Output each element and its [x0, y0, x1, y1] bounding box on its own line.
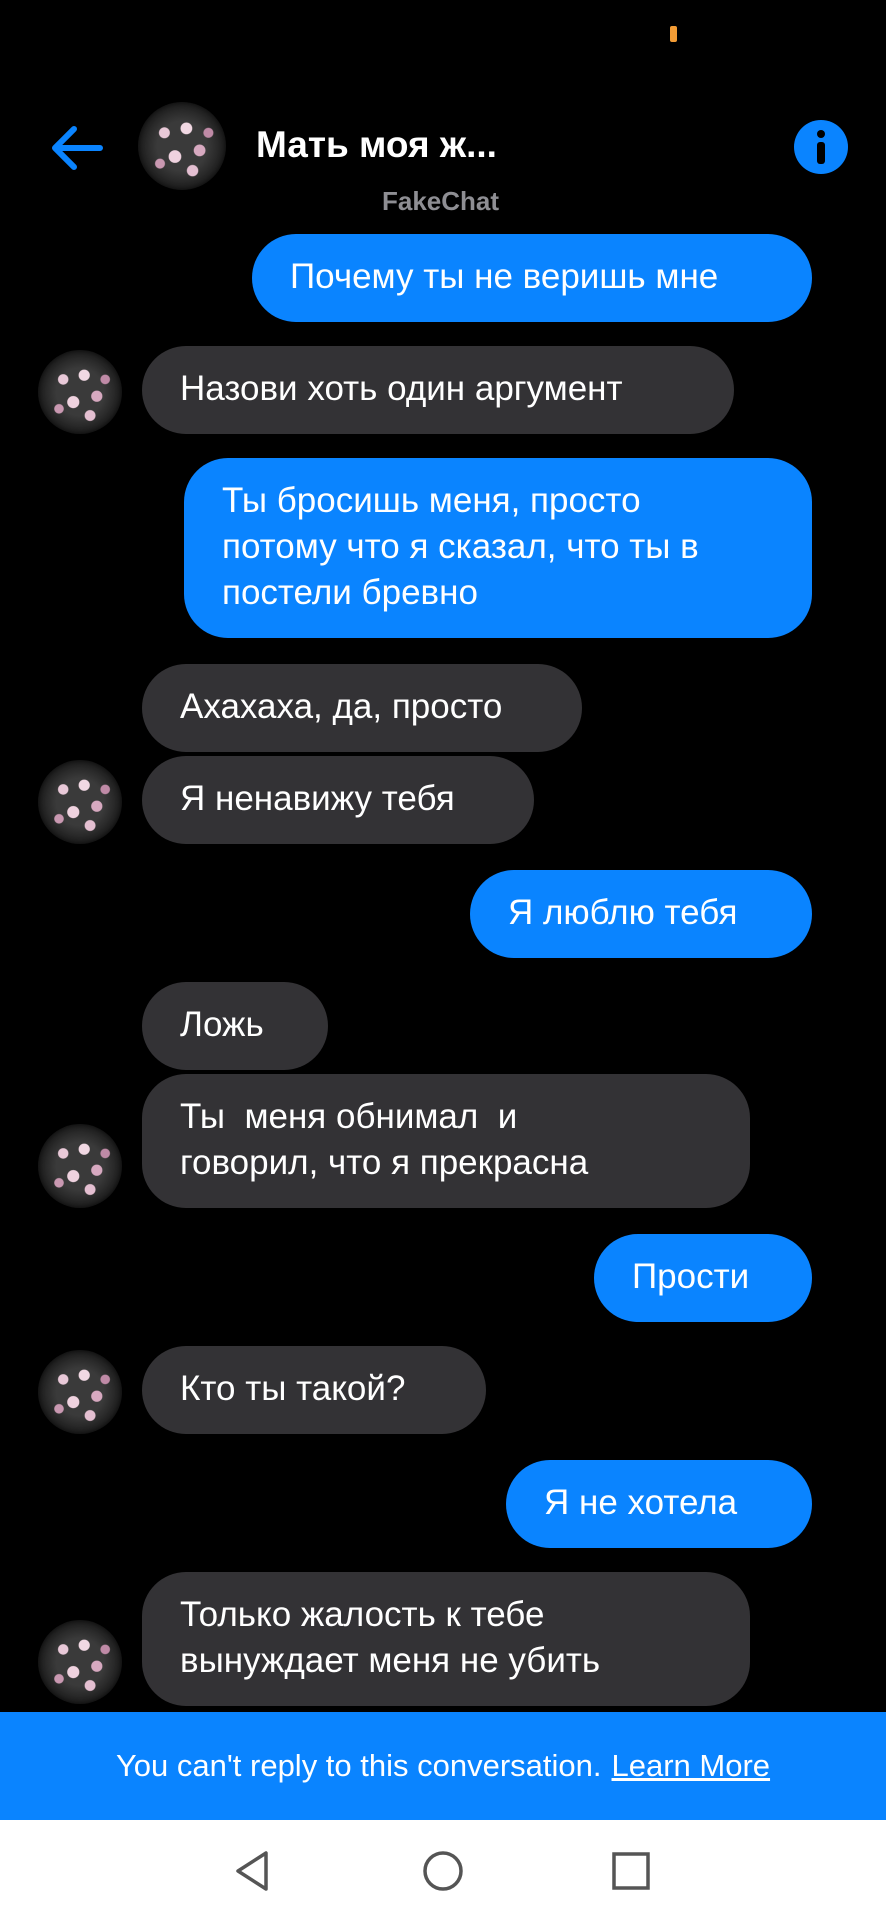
nav-home-button[interactable]	[420, 1848, 466, 1894]
contact-avatar[interactable]	[38, 1124, 122, 1208]
message-thread[interactable]: Почему ты не веришь мне Назови хоть один…	[0, 0, 886, 1710]
system-nav-bar	[0, 1820, 886, 1920]
message-incoming[interactable]: Я ненавижу тебя	[142, 756, 534, 844]
arrow-left-icon	[52, 126, 103, 170]
contact-name[interactable]: Мать моя ж...	[256, 124, 497, 166]
message-outgoing[interactable]: Почему ты не веришь мне	[252, 234, 812, 322]
contact-avatar[interactable]	[38, 1350, 122, 1434]
reply-disabled-banner: You can't reply to this conversation. Le…	[0, 1712, 886, 1820]
message-outgoing[interactable]: Ты бросишь меня, просто потому что я ска…	[184, 458, 812, 638]
contact-avatar[interactable]	[138, 102, 226, 190]
nav-recents-button[interactable]	[608, 1848, 654, 1894]
banner-text: You can't reply to this conversation.	[115, 1748, 602, 1783]
chat-screen: Почему ты не веришь мне Назови хоть один…	[0, 0, 886, 1920]
message-incoming[interactable]: Назови хоть один аргумент	[142, 346, 734, 434]
contact-avatar[interactable]	[38, 350, 122, 434]
learn-more-link[interactable]: Learn More	[612, 1748, 771, 1784]
nav-back-button[interactable]	[230, 1848, 276, 1894]
info-icon[interactable]	[794, 120, 848, 174]
message-incoming[interactable]: Ты меня обнимал и говорил, что я прекрас…	[142, 1074, 750, 1208]
message-outgoing[interactable]: Я люблю тебя	[470, 870, 812, 958]
header-subtitle: FakeChat	[382, 186, 500, 216]
message-outgoing[interactable]: Я не хотела	[506, 1460, 812, 1548]
triangle-back-icon	[236, 1851, 268, 1891]
circle-home-icon	[423, 1851, 463, 1891]
message-outgoing[interactable]: Прости	[594, 1234, 812, 1322]
contact-avatar[interactable]	[38, 1620, 122, 1704]
square-recents-icon	[612, 1852, 650, 1890]
message-incoming[interactable]: Только жалость к тебе вынуждает меня не …	[142, 1572, 750, 1706]
contact-avatar[interactable]	[38, 760, 122, 844]
message-incoming[interactable]: Кто ты такой?	[142, 1346, 486, 1434]
message-incoming[interactable]: Ахахаха, да, просто	[142, 664, 582, 752]
message-incoming[interactable]: Ложь	[142, 982, 328, 1070]
back-button[interactable]	[46, 120, 108, 176]
chat-header: Мать моя ж... FakeChat	[0, 90, 886, 220]
